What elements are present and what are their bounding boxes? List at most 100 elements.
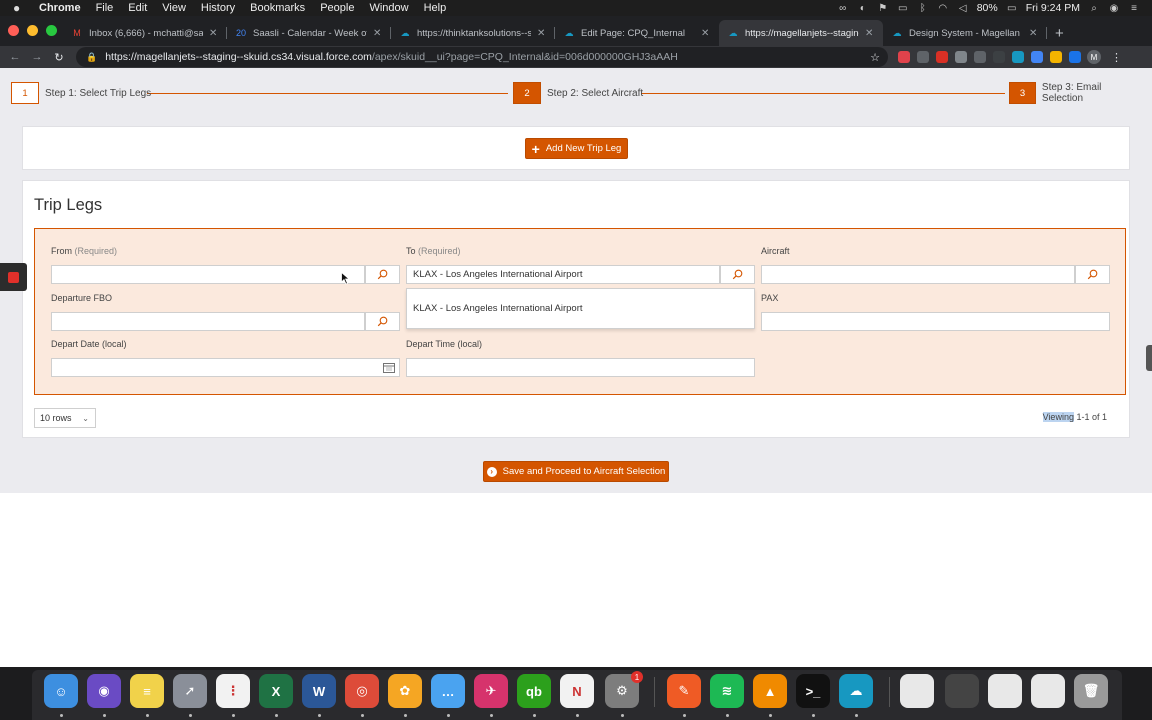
dock-app-icon[interactable]: ◎	[345, 674, 379, 708]
right-edge-handle[interactable]	[1146, 345, 1152, 371]
menu-view[interactable]: View	[162, 2, 186, 14]
dock-app-icon[interactable]: qb	[517, 674, 551, 708]
rows-per-page-select[interactable]: 10 rows ⌄	[34, 408, 96, 428]
extension-k-icon[interactable]	[955, 51, 967, 63]
menu-app-name[interactable]: Chrome	[39, 2, 81, 14]
browser-tab[interactable]: ☁ Edit Page: CPQ_Internal ✕	[555, 20, 719, 46]
extension-gray-icon[interactable]	[974, 51, 986, 63]
dock-app-icon[interactable]: ✎	[667, 674, 701, 708]
to-suggestion-option[interactable]: KLAX - Los Angeles International Airport	[413, 303, 583, 314]
dock-app-icon[interactable]: ▲	[753, 674, 787, 708]
depart-time-input[interactable]	[406, 358, 755, 377]
dock-app-icon[interactable]	[900, 674, 934, 708]
dock-app-icon[interactable]: …	[431, 674, 465, 708]
browser-tab[interactable]: 20 Saasli - Calendar - Week of Ju ✕	[227, 20, 391, 46]
browser-tab[interactable]: ☁ https://magellanjets--staging- ✕	[719, 20, 883, 46]
minimize-window-button[interactable]	[27, 24, 38, 36]
wizard-step-2[interactable]: 2 Step 2: Select Aircraft	[513, 82, 643, 104]
dock-app-icon[interactable]: W	[302, 674, 336, 708]
dock-app-icon[interactable]: ➚	[173, 674, 207, 708]
menu-file[interactable]: File	[96, 2, 114, 14]
dock-app-icon[interactable]: ✈	[474, 674, 508, 708]
forward-button[interactable]: →	[26, 51, 48, 63]
dock-app-icon[interactable]: ✿	[388, 674, 422, 708]
tab-close-icon[interactable]: ✕	[209, 28, 219, 39]
depart-date-input[interactable]	[51, 358, 400, 377]
aircraft-input[interactable]	[761, 265, 1075, 284]
profile-avatar[interactable]: M	[1087, 50, 1101, 64]
extension-check-icon[interactable]	[993, 51, 1005, 63]
glasses-icon[interactable]: ∞	[837, 3, 849, 14]
dock-app-icon[interactable]: N	[560, 674, 594, 708]
wifi-icon[interactable]: ◠	[937, 3, 949, 14]
battery-icon[interactable]: ▭	[1006, 3, 1018, 14]
dock-app-icon[interactable]: ⋮	[216, 674, 250, 708]
extension-salesforce-icon[interactable]	[1012, 51, 1024, 63]
browser-tab[interactable]: ☁ https://thinktanksolutions--sku ✕	[391, 20, 555, 46]
to-input[interactable]: KLAX - Los Angeles International Airport	[406, 265, 720, 284]
calendar-icon[interactable]	[383, 362, 395, 373]
dock-app-icon[interactable]	[945, 674, 979, 708]
bluetooth-icon[interactable]: ᛒ	[917, 3, 929, 14]
dock-app-icon[interactable]: ≡	[130, 674, 164, 708]
close-window-button[interactable]	[8, 24, 19, 36]
tab-close-icon[interactable]: ✕	[537, 28, 547, 39]
dock-app-icon[interactable]	[1031, 674, 1065, 708]
apple-menu-icon[interactable]: ●	[13, 1, 27, 15]
menu-window[interactable]: Window	[369, 2, 408, 14]
bookmark-star-icon[interactable]: ☆	[870, 51, 880, 64]
lock-icon[interactable]: 🔒	[86, 52, 97, 63]
departure-fbo-search-button[interactable]	[365, 312, 400, 331]
tab-close-icon[interactable]: ✕	[373, 28, 383, 39]
battery-percent[interactable]: 80%	[977, 2, 998, 14]
extension-colorwheel-icon[interactable]	[1050, 51, 1062, 63]
save-and-proceed-button[interactable]: › Save and Proceed to Aircraft Selection	[483, 461, 669, 482]
dock-app-icon[interactable]: ◉	[87, 674, 121, 708]
cast-icon[interactable]: ▭	[897, 3, 909, 14]
from-input[interactable]	[51, 265, 365, 284]
from-search-button[interactable]	[365, 265, 400, 284]
recording-side-tab[interactable]	[0, 263, 27, 291]
dock-app-icon[interactable]	[988, 674, 1022, 708]
aircraft-search-button[interactable]	[1075, 265, 1110, 284]
dock-app-icon[interactable]: 🗑	[1074, 674, 1108, 708]
tab-close-icon[interactable]: ✕	[1029, 28, 1039, 39]
new-tab-button[interactable]: +	[1055, 20, 1064, 46]
volume-icon[interactable]: ◁	[957, 3, 969, 14]
extension-dots-icon[interactable]	[917, 51, 929, 63]
menu-edit[interactable]: Edit	[128, 2, 147, 14]
menu-people[interactable]: People	[320, 2, 354, 14]
sync-icon[interactable]: ◐	[857, 3, 869, 14]
departure-fbo-input[interactable]	[51, 312, 365, 331]
address-bar[interactable]: 🔒 https://magellanjets--staging--skuid.c…	[76, 47, 888, 67]
pax-input[interactable]	[761, 312, 1110, 331]
flag-icon[interactable]: ⚑	[877, 3, 889, 14]
extension-blue-icon[interactable]	[1031, 51, 1043, 63]
browser-tab[interactable]: M Inbox (6,666) - mchatti@saasli ✕	[63, 20, 227, 46]
extension-pocket-icon[interactable]	[898, 51, 910, 63]
notification-center-icon[interactable]: ≡	[1128, 3, 1140, 14]
to-search-button[interactable]	[720, 265, 755, 284]
menu-help[interactable]: Help	[424, 2, 447, 14]
wizard-step-3[interactable]: 3 Step 3: Email Selection	[1009, 82, 1141, 104]
spotlight-search-icon[interactable]: ⌕	[1088, 3, 1100, 14]
tab-close-icon[interactable]: ✕	[701, 28, 711, 39]
wizard-step-1[interactable]: 1 Step 1: Select Trip Legs	[11, 82, 151, 104]
dock-app-icon[interactable]: ≋	[710, 674, 744, 708]
chrome-menu-icon[interactable]: ⋮	[1111, 51, 1122, 64]
dock-app-icon[interactable]: X	[259, 674, 293, 708]
reload-button[interactable]: ↻	[48, 51, 70, 64]
siri-icon[interactable]: ◉	[1108, 3, 1120, 14]
clock[interactable]: Fri 9:24 PM	[1026, 2, 1080, 14]
dock-app-icon[interactable]: ☺	[44, 674, 78, 708]
dock-app-icon[interactable]: ☁	[839, 674, 873, 708]
back-button[interactable]: ←	[4, 51, 26, 63]
dock-app-icon[interactable]: >_	[796, 674, 830, 708]
extension-shield-icon[interactable]	[936, 51, 948, 63]
browser-tab[interactable]: ☁ Design System - Magellan ✕	[883, 20, 1047, 46]
extension-box-icon[interactable]	[1069, 51, 1081, 63]
menu-bookmarks[interactable]: Bookmarks	[250, 2, 305, 14]
tab-close-icon[interactable]: ✕	[865, 28, 875, 39]
menu-history[interactable]: History	[201, 2, 235, 14]
add-new-trip-leg-button[interactable]: + Add New Trip Leg	[525, 138, 628, 159]
